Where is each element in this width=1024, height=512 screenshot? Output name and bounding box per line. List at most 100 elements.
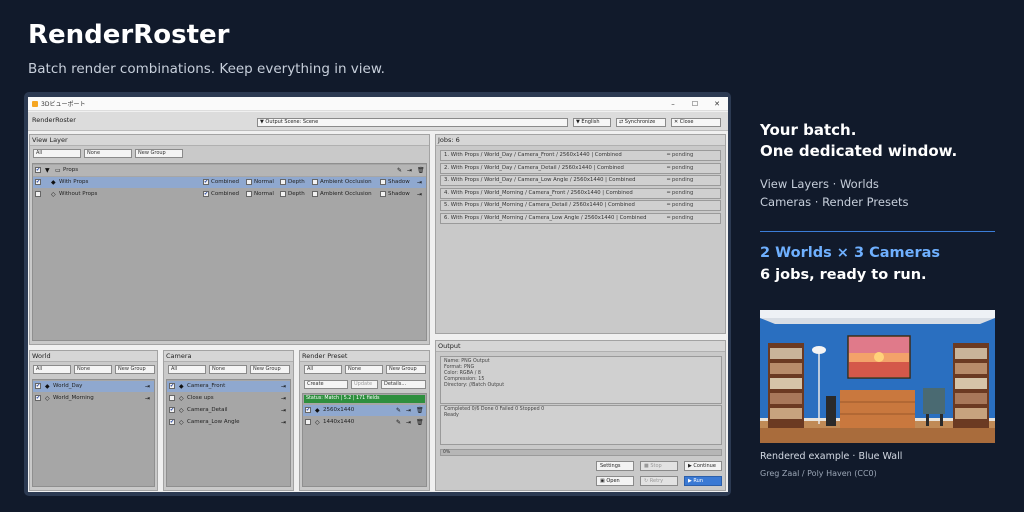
maximize-button[interactable]: ☐ xyxy=(684,100,706,108)
shadow-label: Shadow xyxy=(388,191,410,197)
render-icon[interactable]: ⇥ xyxy=(417,177,422,188)
camera-filter-none[interactable]: None xyxy=(209,365,247,374)
job-row[interactable]: 6. With Props / World_Morning / Camera_L… xyxy=(440,212,721,224)
preset-create-button[interactable]: Create xyxy=(304,380,348,389)
render-icon[interactable]: ⇥ xyxy=(417,189,422,200)
world-item[interactable]: ✔ ◆ World_Day ⇥ xyxy=(33,381,154,392)
camera-filter-all[interactable]: All xyxy=(168,365,206,374)
view-layer-filter-all[interactable]: All xyxy=(33,149,81,158)
toolbar-close-button[interactable]: ✕ Close xyxy=(671,118,721,127)
edit-icon[interactable]: ✎ xyxy=(396,417,401,428)
preset-item[interactable]: ✔ ◆ 2560x1440 ✎ ⇥ 🗑 xyxy=(303,405,426,416)
minimize-button[interactable]: – xyxy=(662,100,684,108)
world-header: World xyxy=(30,351,157,362)
view-layer-header: View Layer xyxy=(30,135,429,146)
world-item[interactable]: ✔ ◇ World_Morning ⇥ xyxy=(33,393,154,404)
shadow-checkbox[interactable] xyxy=(380,179,386,185)
normal-checkbox[interactable] xyxy=(246,179,252,185)
world-checkbox[interactable]: ✔ xyxy=(35,395,41,401)
render-icon[interactable]: ⇥ xyxy=(281,381,286,392)
divider xyxy=(760,231,995,232)
synchronize-button[interactable]: ⇄ Synchronize xyxy=(616,118,666,127)
shadow-checkbox[interactable] xyxy=(380,191,386,197)
job-label: 5. With Props / World_Morning / Camera_D… xyxy=(444,202,635,208)
world-filter-all[interactable]: All xyxy=(33,365,71,374)
group-row-props[interactable]: ✔ ▼ ▭ Props ✎ ⇥ 🗑 xyxy=(33,165,426,176)
camera-checkbox[interactable] xyxy=(169,395,175,401)
shadow-label: Shadow xyxy=(388,179,410,185)
preset-filter-all[interactable]: All xyxy=(304,365,342,374)
job-row[interactable]: 1. With Props / World_Day / Camera_Front… xyxy=(440,150,721,161)
preset-status-badge: Status: Match | 5.2 | 171 fields xyxy=(304,395,425,403)
world-checkbox[interactable]: ✔ xyxy=(35,383,41,389)
run-button[interactable]: ▶ Run xyxy=(684,476,722,486)
preset-update-button[interactable]: Update xyxy=(351,380,378,389)
preset-item[interactable]: ◇ 1440x1440 ✎ ⇥ 🗑 xyxy=(303,417,426,428)
world-filter-none[interactable]: None xyxy=(74,365,112,374)
render-icon[interactable]: ⇥ xyxy=(281,417,286,428)
open-button[interactable]: ▣ Open xyxy=(596,476,634,486)
job-row[interactable]: 5. With Props / World_Morning / Camera_D… xyxy=(440,200,721,211)
view-layer-row[interactable]: ✔ ◆ With Props ✔ Combined Normal Depth A… xyxy=(33,177,426,188)
preset-filter-none[interactable]: None xyxy=(345,365,383,374)
diamond-filled-icon: ◆ xyxy=(179,383,184,390)
camera-label: Camera_Low Angle xyxy=(187,419,240,425)
view-layer-new-group[interactable]: New Group xyxy=(135,149,183,158)
collapse-icon[interactable]: ▼ xyxy=(45,165,50,176)
hero-subtitle: Batch render combinations. Keep everythi… xyxy=(28,61,385,77)
delete-icon[interactable]: 🗑 xyxy=(417,165,425,176)
render-icon[interactable]: ⇥ xyxy=(281,405,286,416)
camera-item[interactable]: ✔ ◆ Camera_Front ⇥ xyxy=(167,381,290,392)
delete-icon[interactable]: 🗑 xyxy=(416,405,424,416)
preset-details-button[interactable]: Details... xyxy=(381,380,426,389)
camera-checkbox[interactable]: ✔ xyxy=(169,407,175,413)
job-row[interactable]: 4. With Props / World_Morning / Camera_F… xyxy=(440,187,721,199)
settings-button[interactable]: Settings xyxy=(596,461,634,471)
job-row[interactable]: 3. With Props / World_Day / Camera_Low A… xyxy=(440,175,721,186)
ao-checkbox[interactable] xyxy=(312,191,318,197)
camera-checkbox[interactable]: ✔ xyxy=(169,419,175,425)
render-icon[interactable]: ⇥ xyxy=(145,393,150,404)
camera-item[interactable]: ✔ ◇ Camera_Detail ⇥ xyxy=(167,405,290,416)
depth-checkbox[interactable] xyxy=(280,179,286,185)
output-scene-select[interactable]: ▼ Output Scene: Scene xyxy=(257,118,568,127)
ao-checkbox[interactable] xyxy=(312,179,318,185)
render-icon[interactable]: ⇥ xyxy=(407,165,412,176)
depth-label: Depth xyxy=(288,179,305,185)
combined-checkbox[interactable]: ✔ xyxy=(203,179,209,185)
view-layer-filter-none[interactable]: None xyxy=(84,149,132,158)
stop-button[interactable]: ■ Stop xyxy=(640,461,678,471)
window-close-button[interactable]: ✕ xyxy=(706,100,728,108)
render-icon[interactable]: ⇥ xyxy=(406,405,411,416)
camera-checkbox[interactable]: ✔ xyxy=(169,383,175,389)
normal-label: Normal xyxy=(254,191,274,197)
depth-checkbox[interactable] xyxy=(280,191,286,197)
preset-checkbox[interactable]: ✔ xyxy=(305,407,311,413)
tagline-line-1: Your batch. xyxy=(760,121,857,139)
preset-checkbox[interactable] xyxy=(305,419,311,425)
edit-icon[interactable]: ✎ xyxy=(397,165,402,176)
render-preset-header: Render Preset xyxy=(300,351,429,362)
preset-new-group[interactable]: New Group xyxy=(386,365,426,374)
job-label: 4. With Props / World_Morning / Camera_F… xyxy=(444,189,633,196)
job-row[interactable]: 2. With Props / World_Day / Camera_Detai… xyxy=(440,162,721,174)
combined-checkbox[interactable]: ✔ xyxy=(203,191,209,197)
edit-icon[interactable]: ✎ xyxy=(396,405,401,416)
camera-new-group[interactable]: New Group xyxy=(250,365,290,374)
row-checkbox[interactable] xyxy=(35,191,41,197)
group-checkbox[interactable]: ✔ xyxy=(35,167,41,173)
retry-button[interactable]: ↻ Retry xyxy=(640,476,678,486)
world-new-group[interactable]: New Group xyxy=(115,365,155,374)
camera-item[interactable]: ✔ ◇ Camera_Low Angle ⇥ xyxy=(167,417,290,428)
view-layer-row[interactable]: ◇ Without Props ✔ Combined Normal Depth … xyxy=(33,189,426,200)
render-icon[interactable]: ⇥ xyxy=(145,381,150,392)
language-select[interactable]: ▼ English xyxy=(573,118,611,127)
render-icon[interactable]: ⇥ xyxy=(281,393,286,404)
row-checkbox[interactable]: ✔ xyxy=(35,179,41,185)
delete-icon[interactable]: 🗑 xyxy=(416,417,424,428)
camera-item[interactable]: ◇ Close ups ⇥ xyxy=(167,393,290,404)
normal-checkbox[interactable] xyxy=(246,191,252,197)
continue-button[interactable]: ▶ Continue xyxy=(684,461,722,471)
render-icon[interactable]: ⇥ xyxy=(406,417,411,428)
view-layer-panel: View Layer All None New Group ✔ ▼ ▭ Prop… xyxy=(29,134,430,345)
